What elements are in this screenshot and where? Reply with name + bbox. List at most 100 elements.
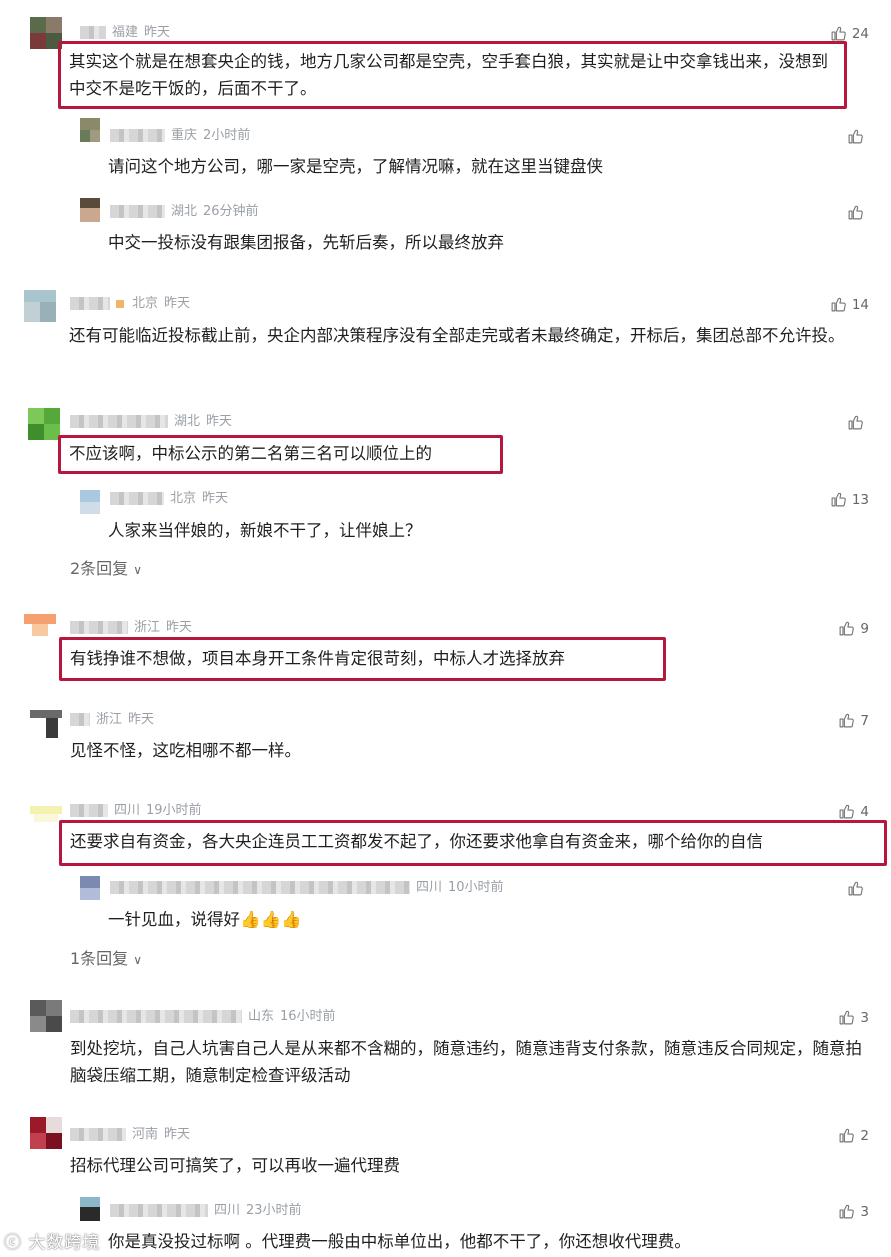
- comment-meta: 北京 昨天: [70, 296, 190, 312]
- username-blurred[interactable]: [70, 621, 128, 634]
- comment-location: 四川: [214, 1203, 241, 1218]
- thumbs-up-icon: [839, 713, 855, 728]
- like-button[interactable]: [847, 128, 869, 145]
- comment-text: 见怪不怪，这吃相哪不都一样。: [70, 741, 301, 760]
- username-blurred[interactable]: [80, 26, 106, 39]
- username-blurred[interactable]: [110, 129, 165, 142]
- comment-text: 人家来当伴娘的，新娘不干了，让伴娘上？: [108, 521, 422, 540]
- comment-time: 10小时前: [448, 880, 504, 895]
- user-avatar[interactable]: [28, 408, 60, 440]
- user-avatar[interactable]: [80, 198, 100, 222]
- comment-text: 其实这个就是在想套央企的钱，地方几家公司都是空壳，空手套白狼，其实就是让中交拿钱…: [69, 52, 828, 98]
- user-avatar[interactable]: [30, 710, 62, 742]
- thumbs-up-icon: [848, 205, 863, 220]
- user-avatar[interactable]: [30, 800, 62, 832]
- username-blurred[interactable]: [70, 1010, 242, 1023]
- like-button[interactable]: 2: [838, 1127, 869, 1144]
- like-button[interactable]: 4: [838, 803, 869, 820]
- comment-meta: 四川 19小时前: [70, 803, 202, 819]
- like-count: 3: [860, 1009, 869, 1026]
- expand-replies-label: 2条回复: [70, 559, 129, 578]
- thumbs-up-icon: [831, 26, 846, 41]
- like-count: 9: [860, 620, 869, 637]
- thumbs-up-icon: [848, 415, 863, 430]
- comment-text: 一针见血，说得好👍👍👍: [108, 910, 302, 929]
- comment-location: 浙江: [96, 712, 123, 727]
- username-blurred[interactable]: [110, 492, 164, 505]
- user-avatar[interactable]: [30, 1000, 62, 1032]
- comment-meta: 浙江 昨天: [70, 712, 154, 728]
- comment-location: 山东: [248, 1009, 275, 1024]
- comment-location: 湖北: [174, 414, 201, 429]
- comment-text: 你是真没投过标啊 。代理费一般由中标单位出，他都不干了，你还想收代理费。: [108, 1232, 691, 1251]
- comment-location: 重庆: [171, 128, 198, 143]
- user-avatar[interactable]: [80, 490, 100, 514]
- username-blurred[interactable]: [70, 1128, 126, 1141]
- username-blurred[interactable]: [110, 881, 410, 894]
- comment-location: 四川: [114, 803, 141, 818]
- user-avatar[interactable]: [24, 614, 56, 646]
- username-blurred[interactable]: [110, 1204, 208, 1217]
- comment-time: 昨天: [164, 296, 191, 311]
- comment-time: 昨天: [202, 491, 229, 506]
- watermark: ⓒ 大数跨境: [4, 1228, 100, 1253]
- comment-time: 26分钟前: [203, 204, 259, 219]
- comment-meta: 北京 昨天: [110, 491, 228, 507]
- like-button[interactable]: [847, 414, 869, 431]
- comment-location: 河南: [132, 1127, 159, 1142]
- user-avatar[interactable]: [80, 1197, 100, 1221]
- comment-time: 昨天: [144, 25, 171, 40]
- username-blurred[interactable]: [70, 804, 108, 817]
- comment-location: 北京: [170, 491, 197, 506]
- comment-meta: 湖北 26分钟前: [110, 204, 259, 220]
- comment-meta: 重庆 2小时前: [110, 128, 250, 144]
- comment-meta: 四川 23小时前: [110, 1203, 302, 1219]
- like-button[interactable]: 3: [838, 1203, 869, 1220]
- comment-location: 浙江: [134, 620, 161, 635]
- comment-meta: 湖北 昨天: [70, 414, 232, 430]
- like-button[interactable]: [847, 204, 869, 221]
- expand-replies-label: 1条回复: [70, 949, 129, 968]
- comment-text: 到处挖坑，自己人坑害自己人是从来都不含糊的，随意违约，随意违背支付条款，随意违反…: [70, 1039, 862, 1085]
- comment-time: 昨天: [166, 620, 193, 635]
- comment-text: 有钱挣谁不想做，项目本身开工条件肯定很苛刻，中标人才选择放弃: [70, 649, 565, 668]
- like-count: 24: [851, 25, 869, 42]
- thumbs-up-icon: [831, 492, 846, 507]
- comment-text: 中交一投标没有跟集团报备，先斩后奏，所以最终放弃: [108, 233, 504, 252]
- user-avatar[interactable]: [80, 118, 100, 142]
- thumbs-up-icon: [839, 804, 855, 819]
- comment-text: 不应该啊，中标公示的第二名第三名可以顺位上的: [69, 444, 432, 463]
- like-button[interactable]: [847, 880, 869, 897]
- like-button[interactable]: 3: [838, 1009, 869, 1026]
- chevron-down-icon: ∨: [133, 563, 143, 577]
- username-blurred[interactable]: [70, 415, 168, 428]
- watermark-logo-icon: ⓒ: [4, 1233, 22, 1253]
- level-badge-icon: [116, 299, 124, 308]
- comment-text: 还要求自有资金，各大央企连员工工资都发不起了，你还要求他拿自有资金来，哪个给你的…: [70, 832, 763, 851]
- like-button[interactable]: 14: [830, 296, 869, 313]
- like-count: 14: [851, 296, 869, 313]
- username-blurred[interactable]: [70, 713, 90, 726]
- user-avatar[interactable]: [80, 876, 100, 900]
- like-button[interactable]: 13: [830, 491, 869, 508]
- user-avatar[interactable]: [30, 1117, 62, 1149]
- comment-location: 北京: [132, 296, 159, 311]
- expand-replies-button[interactable]: 1条回复 ∨: [70, 945, 142, 969]
- thumbs-up-icon: [831, 297, 846, 312]
- like-button[interactable]: 9: [838, 620, 869, 637]
- comment-time: 昨天: [206, 414, 233, 429]
- username-blurred[interactable]: [70, 297, 110, 310]
- user-avatar[interactable]: [24, 290, 56, 322]
- username-blurred[interactable]: [110, 205, 165, 218]
- like-button[interactable]: 24: [830, 25, 869, 42]
- comment-time: 19小时前: [146, 803, 202, 818]
- chevron-down-icon: ∨: [133, 953, 143, 967]
- like-count: 3: [860, 1203, 869, 1220]
- comment-time: 昨天: [164, 1127, 191, 1142]
- like-count: 7: [860, 712, 869, 729]
- comment-time: 23小时前: [246, 1203, 302, 1218]
- like-count: 4: [860, 803, 869, 820]
- expand-replies-button[interactable]: 2条回复 ∨: [70, 555, 142, 579]
- like-button[interactable]: 7: [838, 712, 869, 729]
- comment-meta: 福建 昨天: [80, 25, 170, 41]
